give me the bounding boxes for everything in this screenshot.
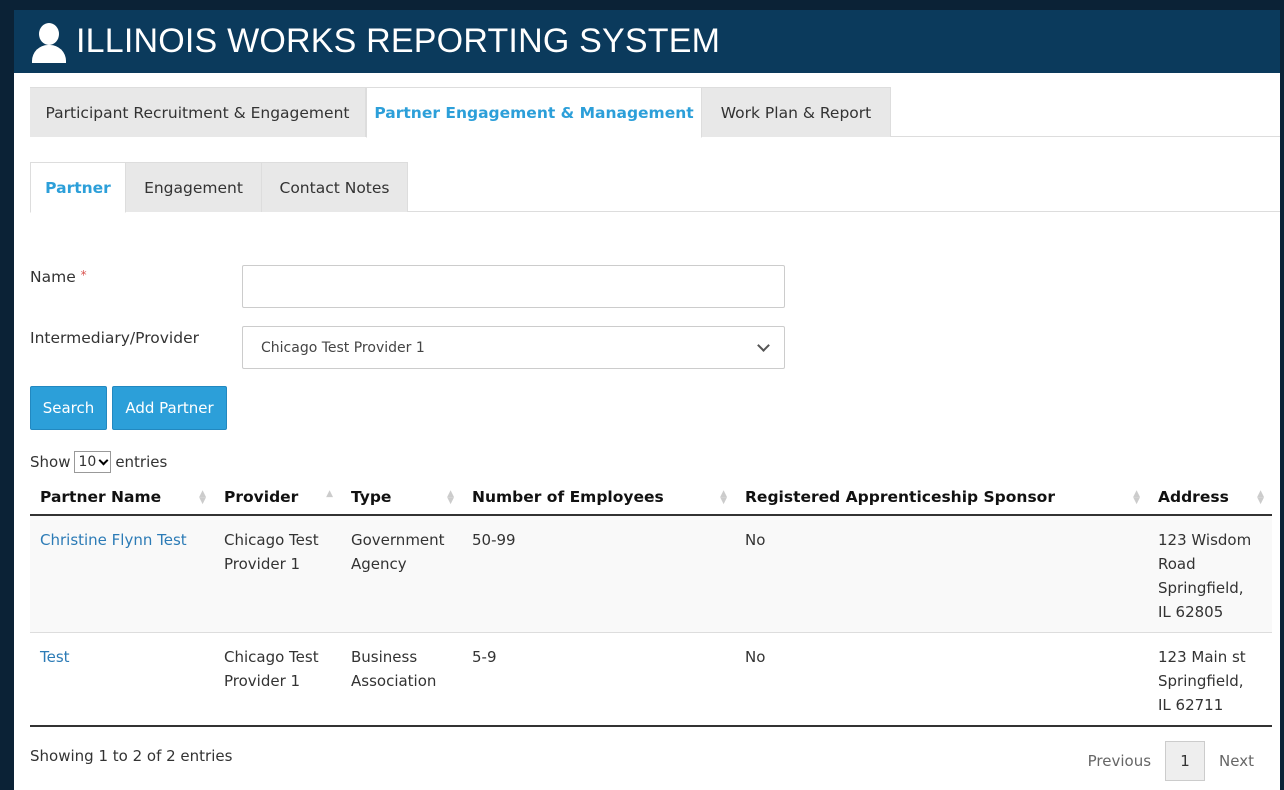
type-cell: Government Agency [341,515,462,633]
type-cell: Business Association [341,632,462,727]
subtab-engagement[interactable]: Engagement [126,162,262,212]
sponsor-cell: No [735,515,1148,633]
pagination: Previous 1 Next [1074,741,1268,781]
user-icon [30,22,68,63]
next-page-button[interactable]: Next [1205,752,1268,770]
sort-asc-icon: ▲ [326,489,333,499]
tab-participant-recruitment[interactable]: Participant Recruitment & Engagement [30,87,366,137]
header-banner: ILLINOIS WORKS REPORTING SYSTEM [14,10,1280,73]
tab-work-plan-report[interactable]: Work Plan & Report [702,87,891,137]
table-info: Showing 1 to 2 of 2 entries [30,747,233,765]
partner-link[interactable]: Test [40,648,70,666]
search-button[interactable]: Search [30,386,107,430]
sub-tabs: Partner Engagement Contact Notes [30,162,1280,213]
name-input[interactable] [242,265,785,308]
subtab-contact-notes[interactable]: Contact Notes [262,162,408,212]
provider-select-value: Chicago Test Provider 1 [261,339,425,356]
partners-table: Partner Name ▲ ▼ Provider ▲ Type ▲ ▼ Number o… [30,479,1272,727]
sponsor-cell: No [735,632,1148,727]
app-title: ILLINOIS WORKS REPORTING SYSTEM [76,22,721,60]
required-mark: * [80,267,87,282]
address-cell: 123 Main st Springfield, IL 62711 [1148,632,1272,727]
subtab-partner[interactable]: Partner [30,162,126,213]
employees-cell: 5-9 [462,632,735,727]
app-frame: ILLINOIS WORKS REPORTING SYSTEM Particip… [14,10,1280,790]
address-cell: 123 Wisdom Road Springfield, IL 62805 [1148,515,1272,633]
provider-row: Intermediary/Provider Chicago Test Provi… [30,326,785,369]
provider-label: Intermediary/Provider [30,328,199,347]
sort-icon: ▲ ▼ [1133,489,1140,506]
col-employees[interactable]: Number of Employees ▲ ▼ [462,479,735,516]
main-tabs: Participant Recruitment & Engagement Par… [30,87,1280,138]
table-row: Test Chicago Test Provider 1 Business Asso… [30,632,1272,727]
name-label: Name * [30,267,87,286]
provider-cell: Chicago Test Provider 1 [214,632,341,727]
chevron-down-icon [98,455,109,465]
employees-cell: 50-99 [462,515,735,633]
col-partner-name[interactable]: Partner Name ▲ ▼ [30,479,214,516]
col-sponsor[interactable]: Registered Apprenticeship Sponsor ▲ ▼ [735,479,1148,516]
provider-cell: Chicago Test Provider 1 [214,515,341,633]
sort-icon: ▲ ▼ [447,489,454,506]
table-row: Christine Flynn Test Chicago Test Provide… [30,515,1272,633]
partner-link[interactable]: Christine Flynn Test [40,531,187,549]
sort-icon: ▲ ▼ [720,489,727,506]
sort-icon: ▲ ▼ [1257,489,1264,506]
add-partner-button[interactable]: Add Partner [112,386,227,430]
show-entries: Show 10 entries [30,451,168,473]
provider-select[interactable]: Chicago Test Provider 1 [242,326,785,369]
col-provider[interactable]: Provider ▲ [214,479,341,516]
entries-length-select[interactable]: 10 [74,451,112,473]
col-address[interactable]: Address ▲ ▼ [1148,479,1272,516]
sort-icon: ▲ ▼ [199,489,206,506]
tab-partner-engagement[interactable]: Partner Engagement & Management [366,87,702,138]
page-1-button[interactable]: 1 [1165,741,1206,781]
chevron-down-icon [757,339,770,352]
col-type[interactable]: Type ▲ ▼ [341,479,462,516]
name-row: Name * [30,265,785,308]
table-header-row: Partner Name ▲ ▼ Provider ▲ Type ▲ ▼ Number o… [30,479,1272,516]
previous-page-button[interactable]: Previous [1074,752,1165,770]
